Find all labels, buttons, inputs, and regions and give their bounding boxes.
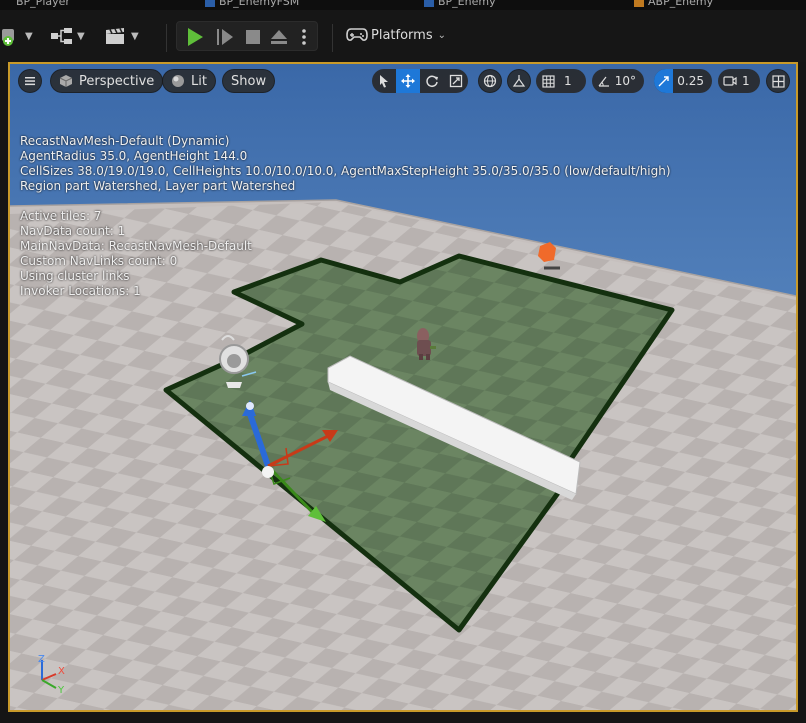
surface-snap-icon (512, 75, 526, 87)
navmesh-info-line: CellSizes 38.0/19.0/19.0, CellHeights 10… (20, 164, 671, 178)
toolbar-divider (166, 24, 167, 52)
bottom-bar (0, 712, 806, 723)
grid-icon (541, 74, 555, 88)
clapperboard-icon (106, 28, 124, 44)
scale-snap-icon (658, 75, 669, 86)
more-options-icon[interactable] (299, 27, 309, 47)
camera-speed-toggle[interactable] (718, 69, 742, 93)
stop-icon[interactable] (243, 27, 263, 47)
blueprint-graph-icon (51, 28, 72, 44)
lit-sphere-icon (172, 75, 184, 87)
grid-snap-value: 1 (564, 74, 572, 88)
show-flags-button[interactable]: Show (222, 69, 276, 93)
perspective-label: Perspective (79, 73, 155, 89)
grid-snap-toggle[interactable] (536, 69, 560, 93)
transform-mode-group (372, 69, 468, 93)
move-arrows-icon (401, 74, 415, 88)
navmesh-info-line: MainNavData: RecastNavMesh-Default (20, 239, 252, 253)
rotate-icon (426, 75, 438, 88)
axis-label-x: X (58, 666, 65, 677)
cube-icon (59, 75, 73, 87)
rotate-mode-button[interactable] (420, 69, 444, 93)
chevron-down-icon: ▼ (131, 30, 139, 42)
eject-icon[interactable] (269, 27, 289, 47)
navmesh-info-line: NavData count: 1 (20, 224, 126, 238)
navmesh-info-line: Invoker Locations: 1 (20, 284, 141, 298)
viewport-options-button[interactable] (18, 69, 42, 93)
hamburger-menu-icon (25, 77, 35, 86)
navmesh-info-line: RecastNavMesh-Default (Dynamic) (20, 134, 230, 148)
angle-icon (598, 76, 609, 87)
lit-view-mode-button[interactable]: Lit (162, 69, 216, 93)
axis-label-z: Z (38, 654, 45, 665)
asset-tab-bar: BP_Player BP_EnemyFSM BP_Enemy ABP_Enemy (0, 0, 806, 10)
viewport-layout-button[interactable] (766, 69, 790, 93)
layout-grid-icon (771, 74, 785, 88)
rotation-snap-toggle[interactable] (592, 69, 615, 93)
gamepad-icon (346, 28, 368, 41)
add-actor-button[interactable]: ▼ (0, 22, 33, 50)
tab-abp-enemy[interactable]: ABP_Enemy (634, 0, 713, 8)
main-toolbar: ▼ ▼ ▼ Platforms ⌄ (0, 10, 806, 62)
play-icon[interactable] (185, 27, 205, 47)
translate-mode-button[interactable] (396, 69, 420, 93)
navmesh-info-line: Using cluster links (20, 269, 130, 283)
advance-frame-icon[interactable] (215, 27, 235, 47)
camera-speed-value: 1 (742, 74, 750, 88)
lit-label: Lit (191, 73, 207, 89)
scale-snap-group[interactable]: 0.25 (654, 69, 712, 93)
play-controls (176, 21, 318, 51)
surface-snapping-button[interactable] (507, 69, 531, 93)
navmesh-info-line: AgentRadius 35.0, AgentHeight 144.0 (20, 149, 248, 163)
platforms-label: Platforms (371, 27, 433, 43)
coordinate-system-button[interactable] (478, 69, 502, 93)
scale-snap-value: 0.25 (677, 74, 704, 88)
blueprints-menu-button[interactable]: ▼ (50, 22, 85, 50)
tab-bp-enemyfsm[interactable]: BP_EnemyFSM (205, 0, 299, 8)
navmesh-debug-info: RecastNavMesh-Default (Dynamic) AgentRad… (20, 134, 671, 299)
navmesh-info-line: Region part Watershed, Layer part Waters… (20, 179, 296, 193)
scale-icon (449, 74, 463, 88)
blueprint-icon (424, 0, 434, 7)
add-actor-icon (2, 29, 14, 46)
scale-snap-toggle[interactable] (654, 69, 674, 93)
toolbar-divider (332, 24, 333, 52)
platforms-button[interactable]: Platforms ⌄ (346, 27, 446, 43)
chevron-down-icon: ▼ (77, 30, 85, 42)
cursor-arrow-icon (380, 75, 388, 88)
camera-icon (723, 76, 737, 86)
anim-blueprint-icon (634, 0, 644, 7)
scale-mode-button[interactable] (444, 69, 468, 93)
cinematics-menu-button[interactable]: ▼ (104, 22, 139, 50)
tab-bp-player[interactable]: BP_Player (16, 0, 70, 8)
perspective-button[interactable]: Perspective (50, 69, 164, 93)
axis-label-y: Y (57, 685, 65, 696)
chevron-down-icon: ▼ (25, 30, 33, 42)
navmesh-info-line: Custom NavLinks count: 0 (20, 254, 178, 268)
camera-speed-group[interactable]: 1 (718, 69, 760, 93)
blueprint-icon (205, 0, 215, 7)
globe-icon (483, 74, 497, 88)
level-viewport[interactable]: Z X Y Perspective Lit Show 1 10° 0.25 1 … (8, 62, 798, 712)
navmesh-info-line: Active tiles: 7 (20, 209, 102, 223)
chevron-down-icon: ⌄ (437, 29, 446, 41)
tab-bp-enemy[interactable]: BP_Enemy (424, 0, 496, 8)
select-mode-button[interactable] (372, 69, 396, 93)
rotation-snap-value: 10° (614, 74, 636, 88)
rotation-snap-group[interactable]: 10° (592, 69, 644, 93)
grid-snap-group[interactable]: 1 (536, 69, 586, 93)
show-label: Show (231, 73, 267, 89)
